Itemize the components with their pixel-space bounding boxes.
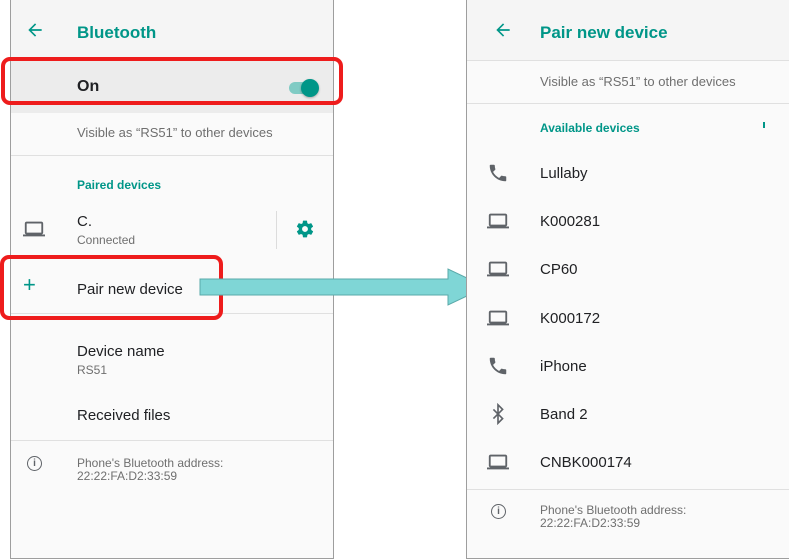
bt-address-label: Phone's Bluetooth address: [77, 456, 224, 470]
divider [11, 440, 333, 441]
device-name: Band 2 [540, 406, 588, 423]
bluetooth-icon [492, 403, 504, 425]
app-bar: Pair new device [467, 0, 789, 61]
visibility-text: Visible as “RS51” to other devices [540, 74, 736, 89]
list-item[interactable]: K000172 [467, 295, 789, 341]
available-devices-header: Available devices [540, 121, 640, 135]
device-name-title: Device name [77, 343, 165, 360]
phone-icon [489, 164, 507, 182]
list-item[interactable]: Lullaby [467, 150, 789, 196]
progress-spinner-icon [763, 122, 765, 128]
device-name-value: RS51 [77, 363, 108, 377]
highlight-toggle [1, 57, 343, 105]
list-item[interactable]: K000281 [467, 198, 789, 244]
gear-icon[interactable] [295, 219, 315, 239]
page-title: Pair new device [540, 23, 668, 42]
device-name: Lullaby [540, 165, 588, 182]
laptop-icon [487, 454, 509, 470]
divider [467, 489, 789, 490]
highlight-pair-new-device [0, 255, 223, 320]
bt-address-label: Phone's Bluetooth address: [540, 503, 687, 517]
bt-address-value: 22:22:FA:D2:33:59 [540, 516, 641, 530]
info-icon: i [491, 504, 506, 519]
device-name: K000172 [540, 310, 601, 327]
paired-device-status: Connected [77, 233, 136, 247]
arrow-icon [199, 268, 488, 306]
back-arrow-icon[interactable] [25, 20, 45, 40]
visibility-text: Visible as “RS51” to other devices [77, 125, 273, 140]
laptop-icon [487, 310, 509, 326]
back-arrow-icon[interactable] [493, 20, 513, 40]
app-bar: Bluetooth [11, 0, 333, 61]
page-title: Bluetooth [77, 23, 157, 42]
paired-device-row[interactable]: C. Connected [11, 205, 333, 255]
phone-icon [489, 357, 507, 375]
list-item[interactable]: Band 2 [467, 391, 789, 437]
vertical-divider [276, 211, 277, 249]
paired-device-name: C. [77, 213, 92, 230]
device-name: K000281 [540, 213, 601, 230]
divider [467, 103, 789, 104]
bt-address-value: 22:22:FA:D2:33:59 [77, 469, 178, 483]
device-name: CNBK000174 [540, 454, 632, 471]
device-name: CP60 [540, 261, 578, 278]
received-files-item[interactable]: Received files [77, 407, 170, 424]
divider [11, 155, 333, 156]
list-item[interactable]: CNBK000174 [467, 439, 789, 485]
device-name-row[interactable]: Device name RS51 [11, 335, 333, 385]
list-item[interactable]: iPhone [467, 343, 789, 389]
list-item[interactable]: CP60 [467, 246, 789, 292]
pair-new-device-screen: Pair new device Visible as “RS51” to oth… [466, 0, 789, 559]
laptop-icon [487, 213, 509, 229]
laptop-icon [487, 261, 509, 277]
paired-devices-header: Paired devices [77, 178, 162, 192]
laptop-icon [23, 221, 45, 237]
info-icon: i [27, 456, 42, 471]
device-name: iPhone [540, 358, 587, 375]
